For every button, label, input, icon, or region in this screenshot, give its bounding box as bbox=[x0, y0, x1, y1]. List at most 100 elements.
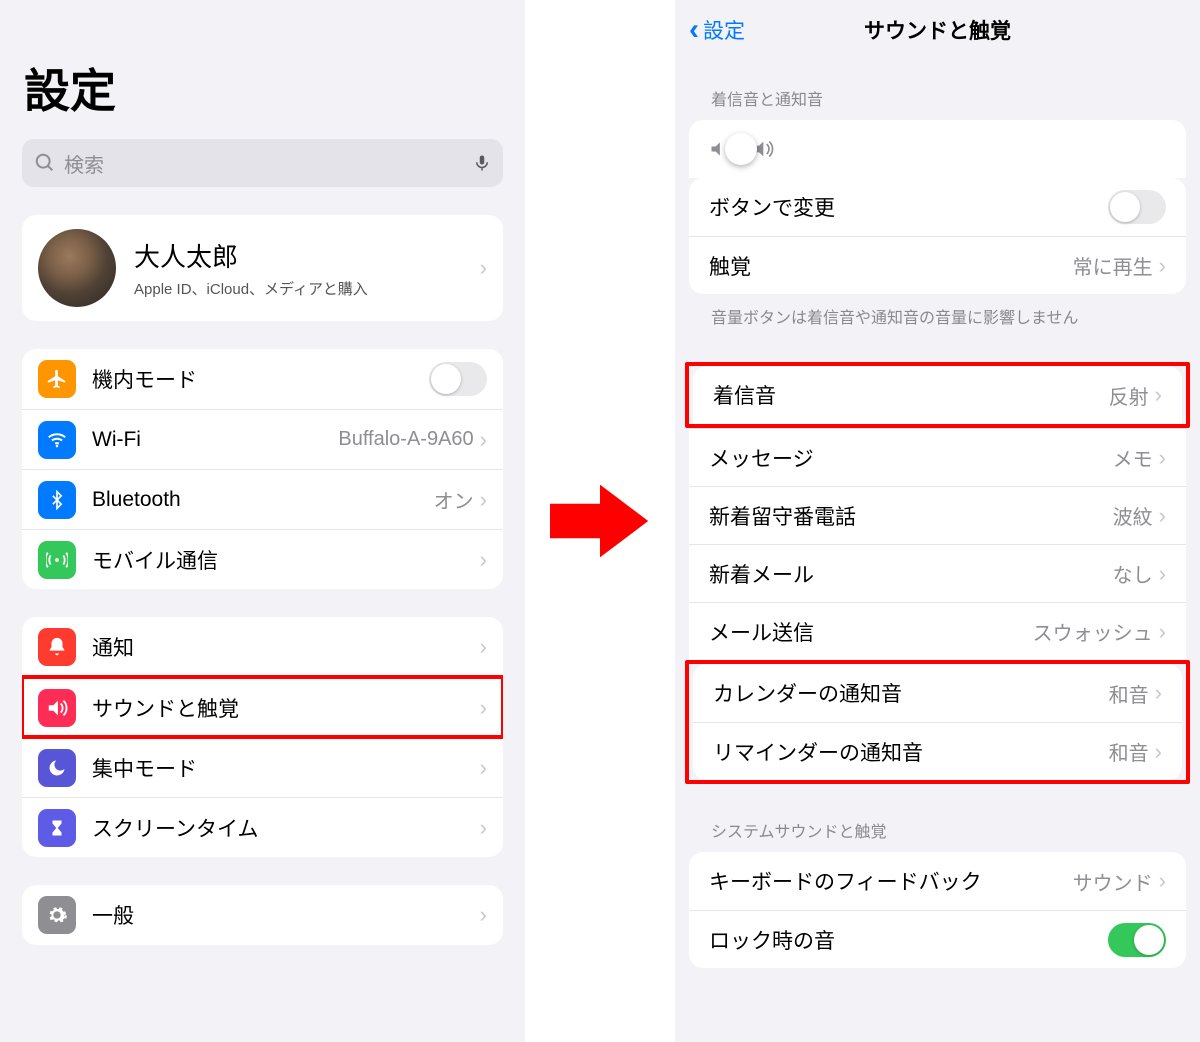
row-label: メール送信 bbox=[709, 617, 1033, 647]
toggle-switch[interactable] bbox=[1108, 190, 1166, 224]
row-label: 新着メール bbox=[709, 559, 1113, 589]
chevron-right-icon: › bbox=[1159, 619, 1166, 645]
airplane-icon bbox=[38, 360, 76, 398]
sound-row[interactable]: 新着留守番電話波紋› bbox=[689, 486, 1186, 544]
row-value: 常に再生 bbox=[1073, 251, 1153, 280]
sound-row[interactable]: カレンダーの通知音和音› bbox=[693, 664, 1182, 722]
toggle-switch[interactable] bbox=[1108, 923, 1166, 957]
settings-row-wifi[interactable]: Wi-FiBuffalo-A-9A60› bbox=[22, 409, 503, 469]
settings-root-screen: 設定 検索 大人太郎 Apple ID、iCloud、メディアと購入 › 機内モ… bbox=[0, 0, 525, 1042]
sound-row[interactable]: メッセージメモ› bbox=[689, 428, 1186, 486]
row-label: サウンドと触覚 bbox=[92, 693, 480, 723]
sound-row[interactable]: リマインダーの通知音和音› bbox=[693, 722, 1182, 780]
search-icon bbox=[34, 152, 56, 174]
row-value: 和音 bbox=[1109, 737, 1149, 766]
sounds-haptics-screen: ‹ 設定 サウンドと触覚 着信音と通知音 ボタンで変更触覚常に再生› 音量ボタン… bbox=[675, 0, 1200, 1042]
row-label: キーボードのフィードバック bbox=[709, 866, 1073, 896]
antenna-icon bbox=[38, 541, 76, 579]
search-input[interactable]: 検索 bbox=[22, 139, 503, 187]
row-label: ボタンで変更 bbox=[709, 192, 1108, 222]
toggle-switch[interactable] bbox=[429, 362, 487, 396]
sound-row[interactable]: 着信音反射› bbox=[693, 366, 1182, 424]
chevron-right-icon: › bbox=[1159, 253, 1166, 279]
row-value: 反射 bbox=[1109, 381, 1149, 410]
hourglass-icon bbox=[38, 809, 76, 847]
profile-name: 大人太郎 bbox=[134, 237, 480, 274]
page-title: 設定 bbox=[0, 0, 525, 139]
search-placeholder: 検索 bbox=[64, 149, 473, 178]
settings-row-cellular[interactable]: モバイル通信› bbox=[22, 529, 503, 589]
row-label: 一般 bbox=[92, 900, 480, 930]
sound-row[interactable]: メール送信スウォッシュ› bbox=[689, 602, 1186, 660]
chevron-right-icon: › bbox=[1159, 868, 1166, 894]
settings-row-sounds[interactable]: サウンドと触覚› bbox=[22, 677, 503, 737]
bluetooth-icon bbox=[38, 481, 76, 519]
profile-card[interactable]: 大人太郎 Apple ID、iCloud、メディアと購入 › bbox=[22, 215, 503, 321]
row-value: 波紋 bbox=[1113, 501, 1153, 530]
back-button[interactable]: ‹ 設定 bbox=[689, 15, 745, 45]
row-label: Wi-Fi bbox=[92, 428, 338, 452]
connectivity-group: 機内モードWi-FiBuffalo-A-9A60›Bluetoothオン›モバイ… bbox=[22, 349, 503, 589]
row-label: スクリーンタイム bbox=[92, 813, 480, 843]
sounds-row[interactable]: 触覚常に再生› bbox=[689, 236, 1186, 294]
row-value: オン bbox=[434, 485, 474, 514]
row-label: 着信音 bbox=[713, 380, 1109, 410]
alerts-group: 通知›サウンドと触覚›集中モード›スクリーンタイム› bbox=[22, 617, 503, 857]
chevron-right-icon: › bbox=[1159, 561, 1166, 587]
volume-slider-row[interactable] bbox=[689, 120, 1186, 178]
chevron-right-icon: › bbox=[480, 487, 487, 513]
row-label: 集中モード bbox=[92, 753, 480, 783]
system-sound-row[interactable]: ロック時の音 bbox=[689, 910, 1186, 968]
row-label: 新着留守番電話 bbox=[709, 501, 1113, 531]
sound-row[interactable]: 新着メールなし› bbox=[689, 544, 1186, 602]
settings-row-screentime[interactable]: スクリーンタイム› bbox=[22, 797, 503, 857]
highlight-box: カレンダーの通知音和音›リマインダーの通知音和音› bbox=[685, 660, 1190, 784]
row-value: スウォッシュ bbox=[1033, 617, 1153, 646]
slider-thumb[interactable] bbox=[725, 133, 757, 165]
settings-row-general[interactable]: 一般› bbox=[22, 885, 503, 945]
section-header-system: システムサウンドと触覚 bbox=[675, 784, 1200, 852]
arrow-right-icon bbox=[550, 481, 650, 561]
nav-bar: ‹ 設定 サウンドと触覚 bbox=[675, 0, 1200, 52]
row-label: メッセージ bbox=[709, 443, 1113, 473]
chevron-right-icon: › bbox=[480, 902, 487, 928]
settings-row-bluetooth[interactable]: Bluetoothオン› bbox=[22, 469, 503, 529]
settings-row-notifications[interactable]: 通知› bbox=[22, 617, 503, 677]
row-value: メモ bbox=[1113, 443, 1153, 472]
row-label: モバイル通信 bbox=[92, 545, 480, 575]
chevron-right-icon: › bbox=[480, 755, 487, 781]
avatar bbox=[38, 229, 116, 307]
chevron-right-icon: › bbox=[480, 547, 487, 573]
chevron-right-icon: › bbox=[480, 255, 487, 281]
gear-icon bbox=[38, 896, 76, 934]
row-label: 機内モード bbox=[92, 364, 429, 394]
speaker-icon bbox=[38, 689, 76, 727]
row-label: 通知 bbox=[92, 632, 480, 662]
chevron-right-icon: › bbox=[1155, 382, 1162, 408]
profile-subtitle: Apple ID、iCloud、メディアと購入 bbox=[134, 278, 480, 299]
chevron-right-icon: › bbox=[480, 634, 487, 660]
highlight-box: 着信音反射› bbox=[685, 362, 1190, 428]
sounds-row[interactable]: ボタンで変更 bbox=[689, 178, 1186, 236]
dictation-icon[interactable] bbox=[473, 151, 491, 175]
settings-row-focus[interactable]: 集中モード› bbox=[22, 737, 503, 797]
row-label: カレンダーの通知音 bbox=[713, 678, 1109, 708]
chevron-right-icon: › bbox=[480, 815, 487, 841]
back-label: 設定 bbox=[703, 15, 745, 45]
row-value: なし bbox=[1113, 559, 1153, 588]
row-label: リマインダーの通知音 bbox=[713, 737, 1109, 767]
general-group: 一般› bbox=[22, 885, 503, 945]
chevron-right-icon: › bbox=[1159, 503, 1166, 529]
settings-row-airplane[interactable]: 機内モード bbox=[22, 349, 503, 409]
chevron-right-icon: › bbox=[1159, 445, 1166, 471]
chevron-left-icon: ‹ bbox=[689, 15, 699, 45]
section-header-ringer: 着信音と通知音 bbox=[675, 52, 1200, 120]
chevron-right-icon: › bbox=[1155, 739, 1162, 765]
system-sound-row[interactable]: キーボードのフィードバックサウンド› bbox=[689, 852, 1186, 910]
chevron-right-icon: › bbox=[1155, 680, 1162, 706]
row-value: Buffalo-A-9A60 bbox=[338, 428, 473, 451]
row-label: ロック時の音 bbox=[709, 925, 1108, 955]
row-label: Bluetooth bbox=[92, 488, 434, 512]
chevron-right-icon: › bbox=[480, 695, 487, 721]
row-value: サウンド bbox=[1073, 867, 1153, 896]
